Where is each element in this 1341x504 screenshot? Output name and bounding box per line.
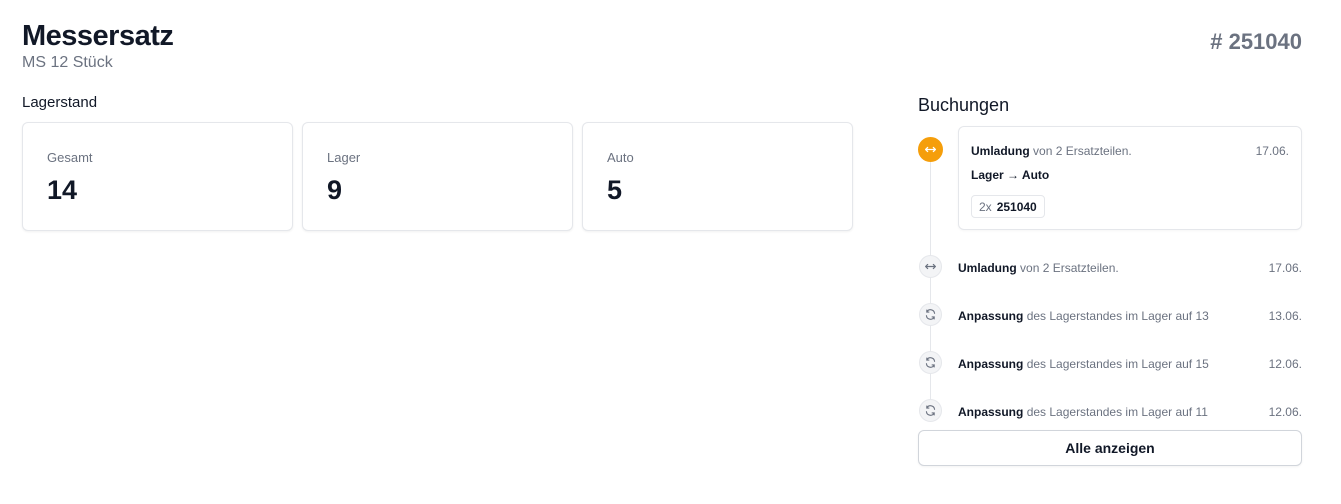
booking-text: des Lagerstandes im Lager auf 15 (1026, 357, 1209, 371)
booking-date: 12.06. (1268, 405, 1302, 419)
part-number: 251040 (996, 199, 1037, 214)
stock-card-label: Auto (607, 150, 634, 165)
refresh-icon (919, 303, 942, 326)
stock-card-value: 9 (327, 175, 343, 205)
booking-type: Umladung (971, 144, 1030, 158)
booking-headline: Umladung von 2 Ersatzteilen. (958, 261, 1119, 275)
stock-card-total: Gesamt 14 (22, 122, 293, 231)
booking-headline: Umladung von 2 Ersatzteilen. (971, 144, 1132, 158)
booking-headline: Anpassung des Lagerstandes im Lager auf … (958, 309, 1209, 323)
booking-text: von 2 Ersatzteilen. (1033, 144, 1132, 158)
booking-type: Anpassung (958, 405, 1024, 419)
show-all-button[interactable]: Alle anzeigen (918, 430, 1302, 466)
booking-date: 17.06. (1268, 261, 1302, 275)
booking-type: Umladung (958, 261, 1017, 275)
booking-row[interactable]: Anpassung des Lagerstandes im Lager auf … (958, 357, 1302, 371)
stock-card-label: Gesamt (47, 150, 93, 165)
booking-row[interactable]: Umladung von 2 Ersatzteilen. 17.06. (958, 261, 1302, 275)
item-number: # 251040 (1210, 29, 1302, 54)
page-title: Messersatz (22, 20, 174, 52)
part-quantity: 2x (979, 199, 992, 214)
stock-card-car: Auto 5 (582, 122, 853, 231)
booking-text: des Lagerstandes im Lager auf 11 (1026, 405, 1208, 419)
stock-card-warehouse: Lager 9 (302, 122, 573, 231)
booking-text: des Lagerstandes im Lager auf 13 (1026, 309, 1209, 323)
booking-date: 12.06. (1268, 357, 1302, 371)
booking-type: Anpassung (958, 357, 1024, 371)
stock-card-value: 14 (47, 175, 78, 205)
refresh-icon (919, 399, 942, 422)
booking-route: Lager → Auto (971, 168, 1050, 182)
refresh-icon (919, 351, 942, 374)
booking-row[interactable]: Anpassung des Lagerstandes im Lager auf … (958, 405, 1302, 419)
stock-section-title: Lagerstand (22, 94, 98, 111)
booking-row[interactable]: Anpassung des Lagerstandes im Lager auf … (958, 309, 1302, 323)
booking-date: 13.06. (1268, 309, 1302, 323)
page-subtitle: MS 12 Stück (22, 54, 113, 71)
booking-headline: Anpassung des Lagerstandes im Lager auf … (958, 357, 1209, 371)
booking-date: 17.06. (1255, 144, 1289, 158)
stock-cards: Gesamt 14 Lager 9 Auto 5 (22, 122, 853, 231)
booking-card-featured[interactable]: Umladung von 2 Ersatzteilen. 17.06. Lage… (958, 126, 1302, 230)
stock-card-label: Lager (327, 150, 361, 165)
booking-text: von 2 Ersatzteilen. (1020, 261, 1119, 275)
stock-card-value: 5 (607, 175, 623, 205)
transfer-icon (919, 255, 942, 278)
booking-headline: Anpassung des Lagerstandes im Lager auf … (958, 405, 1208, 419)
part-chip[interactable]: 2x 251040 (971, 195, 1045, 218)
bookings-title: Buchungen (918, 95, 1010, 115)
booking-type: Anpassung (958, 309, 1024, 323)
transfer-icon (918, 137, 943, 162)
